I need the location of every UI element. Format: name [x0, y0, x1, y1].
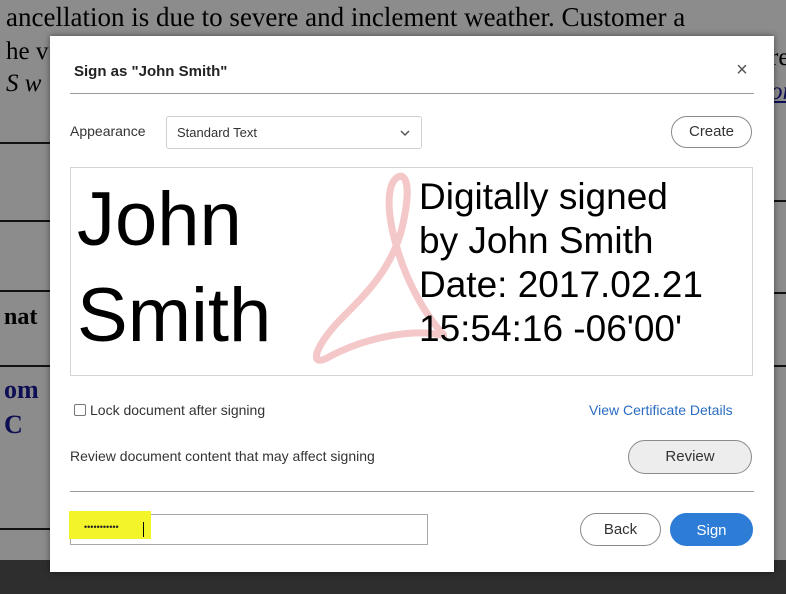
sign-dialog: Sign as "John Smith" × Appearance Standa… [50, 36, 774, 572]
signature-detail-line: Date: 2017.02.21 [419, 264, 703, 305]
appearance-value: Standard Text [177, 125, 257, 140]
review-description: Review document content that may affect … [70, 448, 375, 464]
appearance-label: Appearance [70, 123, 146, 139]
signature-detail-line: by John Smith [419, 220, 654, 261]
lock-document-checkbox[interactable]: Lock document after signing [74, 402, 265, 418]
signature-details: Digitally signed by John Smith Date: 201… [419, 175, 703, 351]
signature-detail-line: Digitally signed [419, 176, 668, 217]
text-caret [143, 522, 144, 537]
signature-name-line: Smith [77, 273, 272, 358]
back-button[interactable]: Back [580, 513, 661, 546]
dialog-title: Sign as "John Smith" [74, 63, 228, 80]
view-certificate-link[interactable]: View Certificate Details [589, 402, 733, 418]
review-button[interactable]: Review [628, 440, 752, 474]
signature-name: John Smith [77, 172, 271, 364]
signature-preview: John Smith Digitally signed by John Smit… [70, 167, 753, 376]
title-divider [70, 93, 754, 94]
close-icon[interactable]: × [732, 60, 752, 80]
signature-detail-line: 15:54:16 -06'00' [419, 308, 683, 349]
checkbox-box[interactable] [74, 404, 86, 416]
sign-button[interactable]: Sign [670, 513, 753, 546]
footer-divider [70, 491, 754, 492]
lock-label: Lock document after signing [90, 402, 266, 418]
appearance-select[interactable]: Standard Text [166, 116, 422, 149]
create-button[interactable]: Create [671, 116, 752, 148]
password-field[interactable]: ••••••••••• [69, 511, 428, 545]
chevron-down-icon [400, 130, 410, 137]
signature-name-line: John [77, 177, 242, 262]
password-value: ••••••••••• [84, 522, 119, 532]
